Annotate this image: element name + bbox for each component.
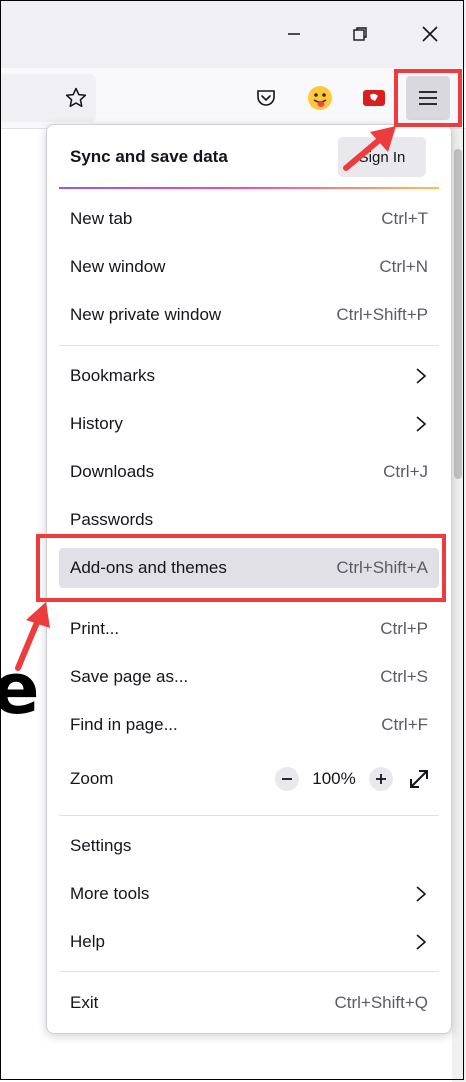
highlight-box-menu-button	[394, 69, 462, 127]
menu-item-shortcut: Ctrl+N	[379, 257, 428, 276]
menu-item-shortcut: Ctrl+Shift+Q	[334, 993, 428, 1012]
menu-item-bookmarks[interactable]: Bookmarks	[59, 356, 439, 396]
menu-item-label: New window	[70, 257, 166, 276]
zoom-level-value[interactable]: 100%	[299, 769, 369, 789]
menu-item-settings[interactable]: Settings	[59, 826, 439, 866]
menu-item-shortcut: Ctrl+F	[381, 715, 428, 734]
menu-item-label: Exit	[70, 993, 99, 1012]
menu-item-more-tools[interactable]: More tools	[59, 874, 439, 914]
chevron-right-icon	[416, 368, 427, 384]
menu-item-label: Passwords	[70, 510, 154, 529]
fullscreen-button[interactable]	[407, 767, 431, 791]
red-extension-button[interactable]	[360, 84, 388, 112]
menu-item-downloads[interactable]: Downloads Ctrl+J	[59, 452, 439, 492]
menu-item-label: History	[70, 414, 123, 433]
page-scrollbar[interactable]	[452, 129, 466, 1082]
chevron-right-icon	[416, 934, 427, 950]
menu-item-zoom: Zoom 100%	[59, 759, 439, 799]
minimize-button[interactable]	[272, 14, 316, 54]
menu-item-shortcut: Ctrl+J	[383, 462, 428, 481]
zoom-label: Zoom	[70, 769, 114, 788]
title-bar	[0, 0, 466, 68]
zoom-controls: 100%	[275, 763, 431, 795]
chevron-right-icon	[416, 886, 427, 902]
restore-button[interactable]	[338, 14, 382, 54]
menu-item-help[interactable]: Help	[59, 922, 439, 962]
menu-item-new-private-window[interactable]: New private window Ctrl+Shift+P	[59, 295, 439, 335]
menu-item-label: New private window	[70, 305, 222, 324]
close-icon	[422, 26, 438, 42]
minus-icon	[282, 778, 292, 780]
menu-separator	[59, 971, 439, 972]
menu-item-label: Downloads	[70, 462, 155, 481]
menu-separator	[59, 345, 439, 346]
emoji-extension-button[interactable]	[304, 82, 336, 114]
menu-item-label: Bookmarks	[70, 366, 156, 385]
zoom-in-button[interactable]	[369, 767, 393, 791]
menu-item-shortcut: Ctrl+Shift+P	[336, 305, 428, 324]
menu-item-new-window[interactable]: New window Ctrl+N	[59, 247, 439, 287]
menu-separator	[59, 815, 439, 816]
tongue-emoji-extension-icon	[308, 86, 332, 110]
bookmark-star-button[interactable]	[62, 84, 90, 112]
menu-item-label: Help	[70, 932, 105, 951]
red-extension-icon	[363, 90, 385, 106]
menu-item-label: Save page as...	[70, 667, 189, 686]
minimize-icon	[288, 33, 300, 35]
menu-item-shortcut: Ctrl+S	[380, 667, 428, 686]
zoom-out-button[interactable]	[275, 767, 299, 791]
menu-item-label: New tab	[70, 209, 133, 228]
menu-item-label: Find in page...	[70, 715, 178, 734]
arrow-to-add-ons	[15, 602, 50, 671]
bookmark-star-icon	[65, 87, 87, 108]
sync-divider	[59, 187, 439, 189]
menu-item-history[interactable]: History	[59, 404, 439, 444]
highlight-box-add-ons	[36, 534, 446, 602]
url-bar[interactable]	[0, 74, 96, 122]
menu-item-label: More tools	[70, 884, 150, 903]
fullscreen-expand-icon	[410, 770, 428, 788]
menu-item-find-in-page[interactable]: Find in page... Ctrl+F	[59, 705, 439, 745]
menu-item-label: Print...	[70, 619, 120, 638]
chevron-right-icon	[416, 416, 427, 432]
pocket-icon	[257, 90, 275, 106]
arrow-to-menu-button	[343, 126, 396, 171]
menu-item-new-tab[interactable]: New tab Ctrl+T	[59, 199, 439, 239]
menu-item-shortcut: Ctrl+P	[380, 619, 428, 638]
plus-icon	[376, 774, 386, 784]
menu-item-shortcut: Ctrl+T	[381, 209, 428, 228]
menu-item-save-page-as[interactable]: Save page as... Ctrl+S	[59, 657, 439, 697]
menu-item-label: Settings	[70, 836, 132, 855]
pocket-button[interactable]	[252, 84, 280, 112]
menu-item-exit[interactable]: Exit Ctrl+Shift+Q	[59, 983, 439, 1023]
close-window-button[interactable]	[408, 14, 452, 54]
sync-title: Sync and save data	[70, 147, 228, 166]
scrollbar-thumb[interactable]	[454, 149, 462, 479]
menu-item-print[interactable]: Print... Ctrl+P	[59, 609, 439, 649]
restore-icon	[353, 27, 367, 41]
